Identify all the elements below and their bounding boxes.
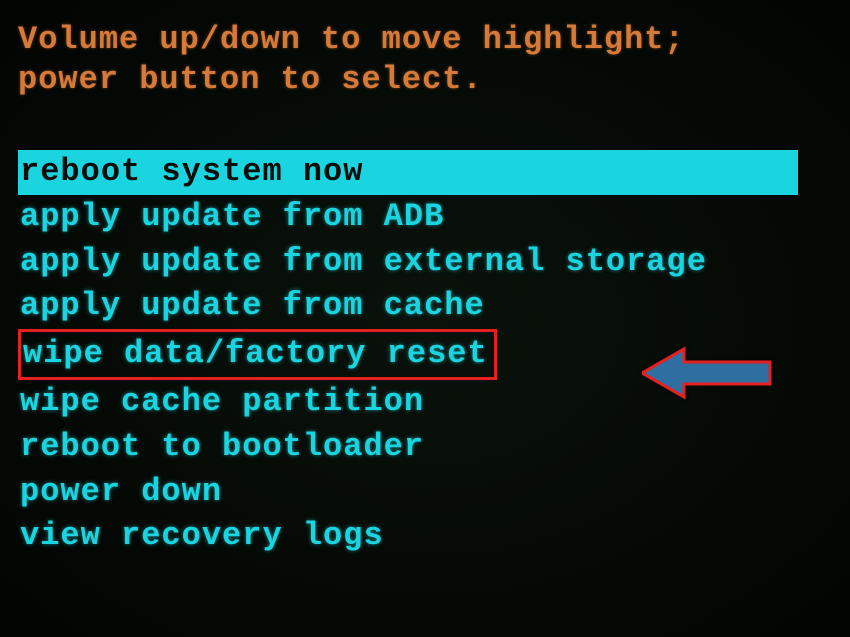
instruction-line-1: Volume up/down to move highlight; xyxy=(18,20,832,60)
recovery-menu: reboot system now apply update from ADB … xyxy=(18,150,832,559)
instruction-text: Volume up/down to move highlight; power … xyxy=(18,20,832,100)
menu-item-power-down[interactable]: power down xyxy=(18,470,832,515)
menu-item-apply-update-cache[interactable]: apply update from cache xyxy=(18,284,832,329)
menu-item-reboot-system[interactable]: reboot system now xyxy=(18,150,798,195)
menu-item-apply-update-external[interactable]: apply update from external storage xyxy=(18,240,832,285)
menu-item-apply-update-adb[interactable]: apply update from ADB xyxy=(18,195,832,240)
menu-item-wipe-data-factory-reset[interactable]: wipe data/factory reset xyxy=(18,329,497,380)
menu-item-reboot-bootloader[interactable]: reboot to bootloader xyxy=(18,425,832,470)
instruction-line-2: power button to select. xyxy=(18,60,832,100)
menu-item-view-recovery-logs[interactable]: view recovery logs xyxy=(18,514,832,559)
recovery-screen: Volume up/down to move highlight; power … xyxy=(0,0,850,637)
menu-item-wipe-cache-partition[interactable]: wipe cache partition xyxy=(18,380,832,425)
